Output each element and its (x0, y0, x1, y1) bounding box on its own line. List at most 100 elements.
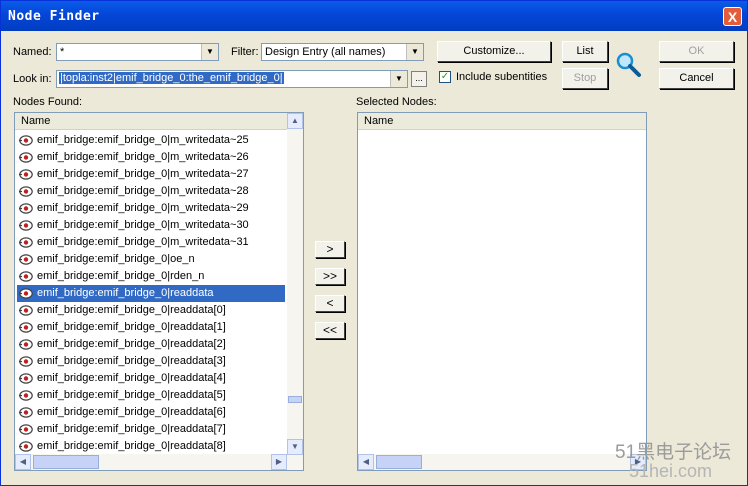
named-label: Named: (13, 46, 52, 58)
node-name: emif_bridge:emif_bridge_0|readdata[1] (37, 321, 226, 333)
nodes-found-list[interactable]: Name emif_bridge:emif_bridge_0|m_writeda… (14, 112, 304, 471)
named-combo[interactable]: * ▼ (56, 43, 219, 61)
list-item[interactable]: emif_bridge:emif_bridge_0|oe_n (17, 251, 285, 268)
watermark-domain: 51hei.com (629, 461, 713, 481)
node-name: emif_bridge:emif_bridge_0|readdata[7] (37, 423, 226, 435)
chevron-down-icon[interactable]: ▼ (201, 44, 218, 60)
remove-node-button[interactable]: < (315, 295, 345, 312)
h-scroll-thumb[interactable] (33, 455, 99, 469)
ok-button[interactable]: OK (659, 41, 734, 62)
title-bar[interactable]: Node Finder X (1, 1, 747, 31)
list-item[interactable]: emif_bridge:emif_bridge_0|readdata[0] (17, 302, 285, 319)
list-item[interactable]: emif_bridge:emif_bridge_0|m_writedata~31 (17, 234, 285, 251)
stop-button[interactable]: Stop (562, 68, 608, 89)
list-item[interactable]: emif_bridge:emif_bridge_0|readdata[7] (17, 421, 285, 438)
chevron-down-icon[interactable]: ▼ (406, 44, 423, 60)
node-name: emif_bridge:emif_bridge_0|oe_n (37, 253, 195, 265)
scroll-left-icon[interactable]: ◀ (15, 454, 31, 470)
node-name: emif_bridge:emif_bridge_0|m_writedata~29 (37, 202, 249, 214)
node-pin-icon (19, 339, 33, 350)
list-item[interactable]: emif_bridge:emif_bridge_0|readdata[3] (17, 353, 285, 370)
filter-value: Design Entry (all names) (265, 46, 386, 58)
list-button[interactable]: List (562, 41, 608, 62)
node-name: emif_bridge:emif_bridge_0|m_writedata~25 (37, 134, 249, 146)
node-pin-icon (19, 424, 33, 435)
node-name: emif_bridge:emif_bridge_0|m_writedata~27 (37, 168, 249, 180)
add-all-nodes-button[interactable]: >> (315, 268, 345, 285)
node-name: emif_bridge:emif_bridge_0|readdata[0] (37, 304, 226, 316)
list-item[interactable]: emif_bridge:emif_bridge_0|m_writedata~25 (17, 132, 285, 149)
list-item[interactable]: emif_bridge:emif_bridge_0|readdata[8] (17, 438, 285, 455)
node-pin-icon (19, 288, 33, 299)
list-item[interactable]: emif_bridge:emif_bridge_0|m_writedata~26 (17, 149, 285, 166)
selected-horizontal-scrollbar[interactable]: ◀ ▶ (358, 454, 646, 470)
nodes-found-label: Nodes Found: (13, 96, 83, 108)
list-item[interactable]: emif_bridge:emif_bridge_0|readdata[6] (17, 404, 285, 421)
include-subentities-label: Include subentities (456, 71, 548, 83)
chevron-down-icon[interactable]: ▼ (390, 71, 407, 87)
remove-all-nodes-button[interactable]: << (315, 322, 345, 339)
node-pin-icon (19, 305, 33, 316)
node-pin-icon (19, 322, 33, 333)
node-pin-icon (19, 271, 33, 282)
browse-button[interactable]: ... (411, 71, 427, 87)
list-item[interactable]: emif_bridge:emif_bridge_0|rden_n (17, 268, 285, 285)
name-column-header[interactable]: Name (15, 113, 287, 130)
list-item[interactable]: emif_bridge:emif_bridge_0|readdata[2] (17, 336, 285, 353)
look-in-label: Look in: (13, 73, 52, 85)
cancel-button[interactable]: Cancel (659, 68, 734, 89)
node-name: emif_bridge:emif_bridge_0|m_writedata~30 (37, 219, 249, 231)
scroll-down-icon[interactable]: ▼ (287, 439, 303, 455)
horizontal-scrollbar[interactable]: ◀ ▶ (15, 454, 287, 470)
look-in-value: |topla:inst2|emif_bridge_0:the_emif_brid… (59, 72, 284, 84)
list-item[interactable]: emif_bridge:emif_bridge_0|readdata[1] (17, 319, 285, 336)
add-node-button[interactable]: > (315, 241, 345, 258)
include-subentities-checkbox[interactable]: ✓ (439, 71, 451, 83)
magnifier-icon (616, 52, 641, 77)
node-pin-icon (19, 186, 33, 197)
filter-label: Filter: (231, 46, 259, 58)
node-name: emif_bridge:emif_bridge_0|readdata[5] (37, 389, 226, 401)
customize-button[interactable]: Customize... (437, 41, 551, 62)
scroll-right-icon[interactable]: ▶ (271, 454, 287, 470)
list-item[interactable]: emif_bridge:emif_bridge_0|m_writedata~29 (17, 200, 285, 217)
node-name: emif_bridge:emif_bridge_0|readdata (37, 287, 214, 299)
node-pin-icon (19, 407, 33, 418)
filter-combo[interactable]: Design Entry (all names) ▼ (261, 43, 424, 61)
selected-name-column-header[interactable]: Name (358, 113, 646, 130)
list-item[interactable]: emif_bridge:emif_bridge_0|readdata (17, 285, 285, 302)
selected-nodes-label: Selected Nodes: (356, 96, 437, 108)
list-item[interactable]: emif_bridge:emif_bridge_0|m_writedata~27 (17, 166, 285, 183)
scroll-thumb[interactable] (288, 396, 302, 403)
node-name: emif_bridge:emif_bridge_0|readdata[3] (37, 355, 226, 367)
window-title: Node Finder (8, 9, 100, 24)
node-pin-icon (19, 390, 33, 401)
scroll-left-icon[interactable]: ◀ (358, 454, 374, 470)
node-name: emif_bridge:emif_bridge_0|readdata[4] (37, 372, 226, 384)
node-name: emif_bridge:emif_bridge_0|m_writedata~31 (37, 236, 249, 248)
node-name: emif_bridge:emif_bridge_0|rden_n (37, 270, 205, 282)
node-pin-icon (19, 356, 33, 367)
look-in-combo[interactable]: |topla:inst2|emif_bridge_0:the_emif_brid… (56, 70, 408, 88)
node-name: emif_bridge:emif_bridge_0|readdata[6] (37, 406, 226, 418)
node-name: emif_bridge:emif_bridge_0|readdata[2] (37, 338, 226, 350)
node-name: emif_bridge:emif_bridge_0|readdata[8] (37, 440, 226, 452)
selected-nodes-list[interactable]: Name ◀ ▶ (357, 112, 647, 471)
list-item[interactable]: emif_bridge:emif_bridge_0|readdata[4] (17, 370, 285, 387)
list-item[interactable]: emif_bridge:emif_bridge_0|m_writedata~28 (17, 183, 285, 200)
list-item[interactable]: emif_bridge:emif_bridge_0|m_writedata~30 (17, 217, 285, 234)
node-pin-icon (19, 203, 33, 214)
scroll-up-icon[interactable]: ▲ (287, 113, 303, 129)
node-pin-icon (19, 373, 33, 384)
named-value: * (60, 46, 65, 58)
list-item[interactable]: emif_bridge:emif_bridge_0|readdata[5] (17, 387, 285, 404)
node-finder-window: Node Finder X Named: * ▼ Filter: Design … (0, 0, 748, 486)
selected-h-scroll-thumb[interactable] (376, 455, 422, 469)
node-name: emif_bridge:emif_bridge_0|m_writedata~26 (37, 151, 249, 163)
close-icon[interactable]: X (723, 7, 742, 26)
node-pin-icon (19, 220, 33, 231)
node-pin-icon (19, 237, 33, 248)
node-pin-icon (19, 169, 33, 180)
node-pin-icon (19, 441, 33, 452)
vertical-scrollbar[interactable]: ▲ ▼ (287, 113, 303, 470)
